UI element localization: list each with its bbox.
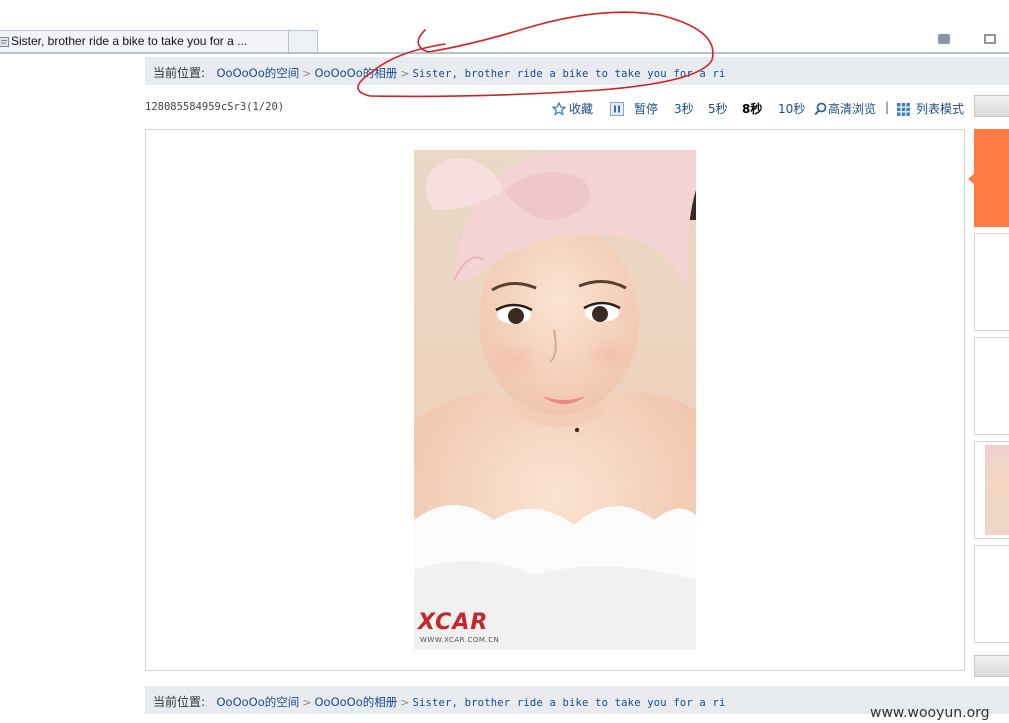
browser-tab[interactable]: Sister, brother ride a bike to take you …	[0, 30, 290, 53]
breadcrumb-current-photo: Sister, brother ride a bike to take you …	[412, 697, 726, 709]
speed-3s[interactable]: 3秒	[674, 100, 694, 117]
thumb-prev-button[interactable]	[974, 95, 1009, 117]
photo-code-text: 128085584959cSr3	[145, 101, 247, 113]
breadcrumb-separator: >	[400, 696, 410, 709]
list-mode-button[interactable]: 列表模式	[916, 100, 964, 117]
main-photo[interactable]	[414, 150, 696, 650]
window-icon[interactable]	[984, 34, 996, 44]
thumbnail[interactable]	[974, 337, 1009, 435]
breadcrumb-separator: >	[302, 67, 312, 80]
breadcrumb: 当前位置: OoOoOo的空间 > OoOoOo的相册 > Sister, brothe…	[145, 57, 1009, 85]
breadcrumb-separator: >	[302, 696, 312, 709]
pause-icon	[610, 102, 624, 116]
breadcrumb-prefix: 当前位置:	[153, 66, 206, 80]
thumbnail[interactable]	[974, 233, 1009, 331]
photo-position: (1/20)	[246, 101, 285, 113]
breadcrumb-space-link[interactable]: OoOoOo的空间	[217, 695, 300, 709]
speed-10s[interactable]: 10秒	[778, 100, 805, 117]
tab-strip-divider	[0, 52, 1009, 54]
grid-icon	[897, 103, 910, 116]
hd-view-button[interactable]: 高清浏览	[828, 100, 876, 117]
thumb-next-button[interactable]	[974, 655, 1009, 677]
photo-image	[414, 150, 696, 650]
speed-8s[interactable]: 8秒	[742, 100, 762, 117]
breadcrumb-current-photo: Sister, brother ride a bike to take you …	[412, 68, 726, 80]
magnifier-icon	[814, 102, 827, 116]
toolbar-divider: |	[885, 100, 890, 114]
xcar-logo: XCAR	[418, 610, 488, 635]
star-icon	[552, 102, 566, 116]
breadcrumb-space-link[interactable]: OoOoOo的空间	[217, 66, 300, 80]
breadcrumb-album-link[interactable]: OoOoOo的相册	[314, 695, 397, 709]
page-icon	[0, 37, 9, 47]
thumbnail[interactable]	[974, 441, 1009, 539]
home-icon[interactable]	[938, 34, 950, 44]
photo-code: 128085584959cSr3(1/20)	[145, 101, 284, 113]
new-tab-button[interactable]	[288, 30, 318, 53]
breadcrumb-separator: >	[400, 67, 410, 80]
thumbnail[interactable]	[974, 545, 1009, 643]
xcar-url: WWW.XCAR.COM.CN	[420, 636, 500, 644]
active-thumb-arrow	[968, 173, 975, 185]
favorite-button[interactable]: 收藏	[569, 100, 593, 117]
breadcrumb-album-link[interactable]: OoOoOo的相册	[314, 66, 397, 80]
xcar-logo-text: XCAR	[418, 610, 489, 635]
browser-tab-title: Sister, brother ride a bike to take you …	[11, 34, 248, 48]
thumbnail-active[interactable]	[974, 129, 1009, 227]
breadcrumb-prefix: 当前位置:	[153, 695, 206, 709]
pause-button[interactable]: 暂停	[634, 100, 658, 117]
thumbnail-image	[985, 445, 1009, 535]
site-watermark: www.wooyun.org	[870, 705, 990, 721]
speed-5s[interactable]: 5秒	[708, 100, 728, 117]
